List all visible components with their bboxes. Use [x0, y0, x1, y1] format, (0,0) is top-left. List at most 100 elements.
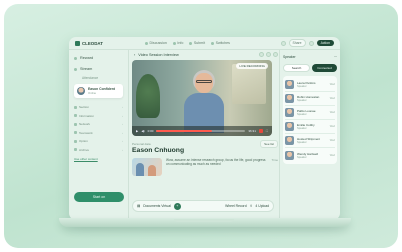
settings-icon[interactable] — [280, 40, 286, 46]
list-item[interactable]: Pablo Loonae Speaker Wed — [285, 106, 335, 120]
sidebar-item-network[interactable]: Network › — [74, 121, 123, 127]
main-content: ‹ Video Session Interview LIVE RECORDING… — [132, 50, 278, 220]
main-header: ‹ Video Session Interview — [132, 50, 278, 59]
sidebar-item-label: Information — [79, 113, 95, 118]
active-participant-card[interactable]: Eason Confident Online — [74, 84, 123, 98]
action-button[interactable]: Action — [316, 40, 334, 46]
connected-button[interactable]: Connected — [312, 64, 337, 72]
speakers-header: Speaker ⋯ — [283, 53, 337, 60]
team-icon — [74, 131, 77, 135]
volume-icon[interactable]: ◀) — [141, 129, 144, 133]
live-badge: LIVE RECORDING — [236, 63, 268, 69]
top-nav-item[interactable]: Info — [172, 41, 183, 45]
top-nav-item[interactable]: Switches — [211, 41, 230, 45]
add-icon[interactable]: + — [173, 202, 181, 210]
chevron-right-icon: › — [122, 122, 123, 127]
video-player[interactable]: LIVE RECORDING ▶ ◀) 0:00 36:31 ⛶ — [132, 60, 272, 136]
record-icon[interactable] — [258, 129, 263, 133]
top-nav-item[interactable]: Submit — [189, 41, 205, 45]
documents-button[interactable]: Documents Virtual — [143, 204, 171, 208]
speakers-buttons: Search Connected — [283, 64, 337, 72]
list-item[interactable]: Wendy Hartwell Speaker Wed — [285, 148, 335, 162]
speaker-item-role: Speaker — [297, 127, 307, 130]
notification-icon[interactable] — [308, 40, 314, 46]
sidebar-item-option[interactable]: Option › — [74, 138, 123, 144]
sidebar-item-label: Teamwork — [79, 130, 93, 135]
list-item[interactable]: Hosted Shipment Speaker Wed — [285, 134, 335, 148]
see-list-button[interactable]: See list — [260, 140, 278, 148]
chevron-right-icon: › — [122, 139, 123, 144]
list-item[interactable]: Robin Homestan Speaker Wed — [285, 92, 335, 106]
more-icon[interactable] — [273, 52, 278, 57]
share-button[interactable]: Share — [288, 39, 306, 47]
list-item[interactable]: Laura Perkins Speaker Wed — [285, 78, 335, 92]
documents-icon: ▤ — [137, 204, 141, 208]
start-button[interactable]: Start on — [74, 192, 124, 202]
sidebar-item-archive[interactable]: Archive › — [74, 147, 123, 153]
sidebar-item-section[interactable]: Section › — [74, 104, 123, 110]
info-icon — [74, 114, 77, 118]
sidebar-item-label: Network — [79, 122, 91, 127]
video-thumbnail[interactable] — [132, 158, 162, 176]
speaker-item-day: Wed — [329, 139, 335, 142]
search-button[interactable]: Search — [283, 64, 310, 72]
sidebar-item-stream[interactable]: Stream — [74, 65, 123, 73]
chevron-right-icon: › — [122, 113, 123, 118]
scene-background: CLEODAT Discussion Info Submit Switches … — [4, 4, 398, 248]
fullscreen-icon[interactable]: ⛶ — [266, 129, 268, 133]
back-icon[interactable]: ‹ — [134, 53, 135, 57]
camera-icon[interactable] — [266, 52, 271, 57]
speakers-panel: Speaker ⋯ Search Connected Laura Perkins… — [279, 50, 340, 220]
sidebar-item-teamwork[interactable]: Teamwork › — [74, 130, 123, 136]
avatar — [285, 94, 294, 103]
sidebar-item-reward[interactable]: Reward — [74, 54, 123, 62]
progress-bar[interactable] — [156, 130, 246, 132]
stream-icon — [74, 67, 77, 71]
list-item[interactable]: Emilie Cottby Speaker Wed — [285, 120, 335, 134]
progress-fill — [156, 130, 212, 132]
chevron-right-icon: › — [122, 105, 123, 109]
action-bar: ▤ Documents Virtual + Wheel Record ⇪ 4 U… — [132, 200, 274, 212]
mic-icon[interactable] — [259, 52, 264, 57]
record-button[interactable]: Wheel Record — [225, 204, 246, 208]
speaker-item-role: Speaker — [297, 113, 307, 116]
participant-status: Online — [88, 91, 97, 95]
avatar — [285, 150, 294, 160]
speaker-item-role: Speaker — [297, 85, 307, 88]
sidebar-section-label: Attendance — [82, 76, 99, 80]
speaker-item-day: Wed — [329, 125, 335, 128]
avatar — [285, 80, 294, 89]
more-icon[interactable]: ⋯ — [334, 55, 337, 59]
speaker-item-day: Wed — [329, 111, 335, 114]
brand-name: CLEODAT — [82, 40, 103, 46]
sidebar-item-label: Reward — [80, 56, 94, 60]
top-nav-item[interactable]: Discussion — [145, 41, 167, 45]
play-icon[interactable]: ▶ — [136, 129, 138, 133]
speaker-item-role: Speaker — [297, 141, 307, 144]
video-background-window — [232, 64, 266, 104]
avatar — [285, 122, 294, 131]
speaker-description: Wow, assume an intense research group, f… — [166, 158, 266, 167]
video-background-plant — [136, 74, 160, 118]
option-icon — [74, 139, 77, 143]
speaker-info-row: Personal data Eason Cnhuong See list — [132, 140, 278, 154]
laptop-notch — [174, 219, 234, 222]
speaker-item-role: Speaker — [297, 155, 307, 159]
logo-icon — [75, 40, 80, 46]
speaker-item-day: Wed — [329, 97, 335, 100]
thumbnail-person — [148, 165, 156, 176]
speaker-item-role: Speaker — [297, 99, 307, 102]
nav-dot-icon — [172, 41, 176, 45]
session-title: Video Session Interview — [138, 52, 179, 57]
top-nav: Discussion Info Submit Switches — [145, 41, 230, 45]
video-speaker — [182, 68, 226, 133]
top-bar: CLEODAT Discussion Info Submit Switches … — [69, 37, 340, 50]
sidebar-link[interactable]: Use other content — [74, 157, 123, 161]
avatar — [285, 108, 294, 117]
brand: CLEODAT — [75, 40, 121, 46]
upload-button[interactable]: 4 Upload — [255, 204, 269, 208]
sidebar-item-label: Option — [79, 139, 88, 144]
upload-icon: ⇪ — [249, 204, 253, 208]
sidebar-item-label: Stream — [80, 67, 93, 71]
sidebar-item-information[interactable]: Information › — [74, 113, 123, 119]
